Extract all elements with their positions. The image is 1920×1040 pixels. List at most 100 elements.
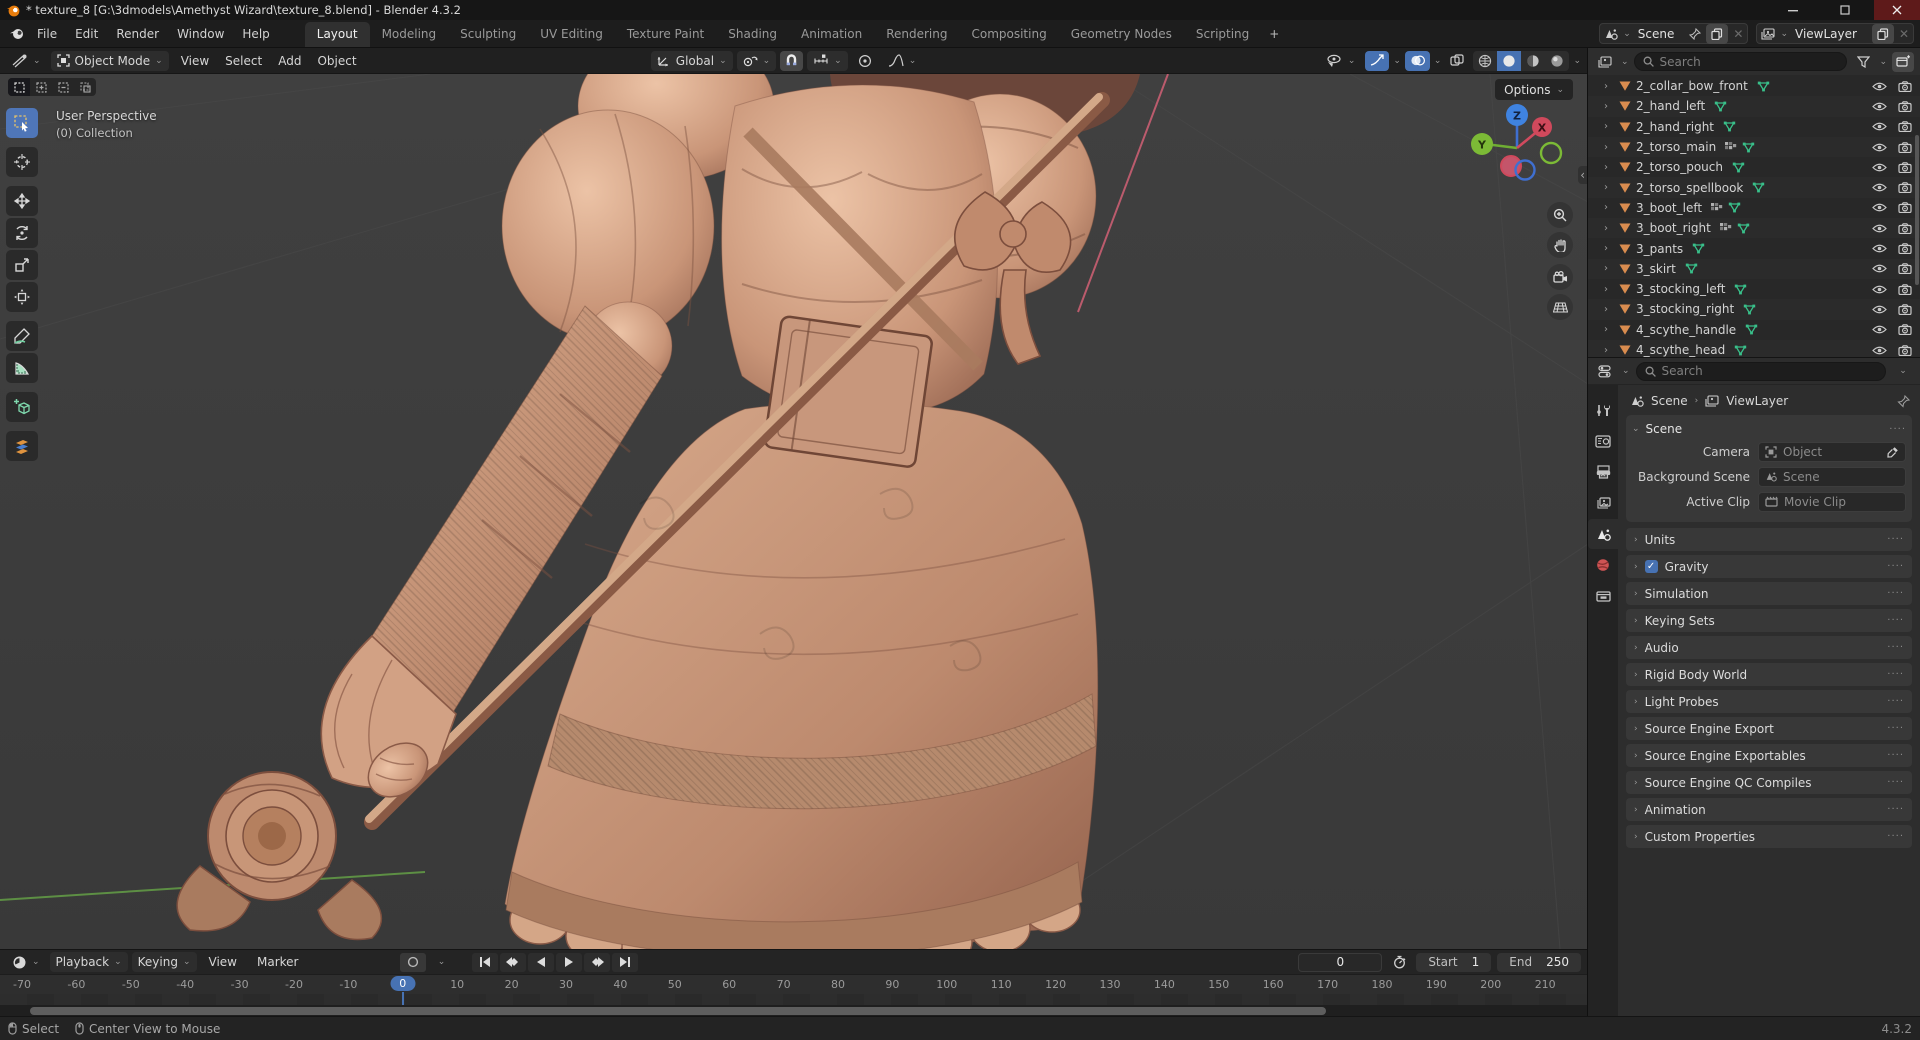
editor-type-button[interactable]: ⌄ bbox=[6, 51, 47, 71]
timeline-marker-menu[interactable]: Marker bbox=[249, 952, 306, 972]
panel-drag-handle[interactable]: ···· bbox=[1887, 804, 1904, 815]
close-button[interactable] bbox=[1874, 0, 1920, 20]
tab-render[interactable] bbox=[1588, 426, 1618, 456]
disable-in-renders-toggle[interactable] bbox=[1894, 96, 1916, 116]
disable-in-renders-toggle[interactable] bbox=[1894, 198, 1916, 218]
hide-in-viewport-toggle[interactable] bbox=[1868, 117, 1890, 137]
disable-in-renders-toggle[interactable] bbox=[1894, 279, 1916, 299]
viewlayer-selector[interactable]: ⌄ ViewLayer ✕ bbox=[1756, 23, 1914, 44]
tool-rotate-button[interactable] bbox=[6, 218, 38, 248]
tool-add-cube-button[interactable] bbox=[6, 392, 38, 422]
object-name[interactable]: 2_torso_main bbox=[1636, 140, 1716, 154]
object-name[interactable]: 4_scythe_handle bbox=[1636, 323, 1736, 337]
outliner-search[interactable] bbox=[1634, 52, 1848, 71]
workspace-tab-compositing[interactable]: Compositing bbox=[959, 22, 1058, 47]
disable-in-renders-toggle[interactable] bbox=[1894, 157, 1916, 177]
hide-in-viewport-toggle[interactable] bbox=[1868, 198, 1890, 218]
breadcrumb-viewlayer[interactable]: ViewLayer bbox=[1726, 394, 1788, 408]
filter-dropdown-icon[interactable]: ⌄ bbox=[1879, 57, 1887, 67]
disable-in-renders-toggle[interactable] bbox=[1894, 178, 1916, 198]
workspace-tab-shading[interactable]: Shading bbox=[716, 22, 789, 47]
panel-drag-handle[interactable]: ···· bbox=[1887, 615, 1904, 626]
disable-in-renders-toggle[interactable] bbox=[1894, 340, 1916, 357]
panel-drag-handle[interactable]: ···· bbox=[1889, 424, 1906, 435]
scene-name[interactable]: Scene bbox=[1636, 27, 1685, 41]
hide-in-viewport-toggle[interactable] bbox=[1868, 299, 1890, 319]
camera-view-button[interactable] bbox=[1547, 264, 1573, 290]
new-collection-button[interactable] bbox=[1892, 52, 1914, 72]
add-workspace-button[interactable]: + bbox=[1261, 23, 1287, 45]
outliner-item-4-scythe-handle[interactable]: › 4_scythe_handle bbox=[1588, 320, 1920, 340]
outliner-scrollbar[interactable] bbox=[1915, 135, 1919, 285]
workspace-tab-rendering[interactable]: Rendering bbox=[874, 22, 959, 47]
keying-dropdown[interactable]: Keying⌄ bbox=[132, 952, 197, 972]
gizmos-toggle[interactable] bbox=[1365, 51, 1389, 71]
playback-dropdown[interactable]: Playback⌄ bbox=[50, 952, 128, 972]
select-mode-new-button[interactable] bbox=[8, 78, 30, 96]
tool-scale-button[interactable] bbox=[6, 250, 38, 280]
navigation-gizmo[interactable]: Z Y X bbox=[1469, 100, 1565, 196]
workspace-tab-sculpting[interactable]: Sculpting bbox=[448, 22, 528, 47]
object-name[interactable]: 2_hand_left bbox=[1636, 99, 1705, 113]
shading-rendered-button[interactable] bbox=[1545, 51, 1569, 71]
tab-scene[interactable] bbox=[1588, 519, 1618, 549]
outliner-item-3-pants[interactable]: ›3_pants bbox=[1588, 238, 1920, 258]
outliner-item-3-stocking-left[interactable]: ›3_stocking_left bbox=[1588, 279, 1920, 299]
proportional-falloff-dropdown[interactable]: ⌄ bbox=[882, 51, 923, 71]
workspace-tab-scripting[interactable]: Scripting bbox=[1184, 22, 1261, 47]
minimize-button[interactable] bbox=[1770, 0, 1816, 20]
next-keyframe-button[interactable] bbox=[584, 953, 610, 972]
new-viewlayer-button[interactable] bbox=[1872, 24, 1894, 44]
mode-dropdown[interactable]: Object Mode ⌄ bbox=[51, 51, 169, 71]
properties-options-dropdown[interactable]: ⌄ bbox=[1892, 361, 1914, 381]
expand-chevron-icon[interactable]: › bbox=[1604, 202, 1614, 213]
expand-chevron-icon[interactable]: › bbox=[1604, 223, 1614, 234]
object-name[interactable]: 4_scythe_head bbox=[1636, 343, 1725, 357]
menu-help[interactable]: Help bbox=[233, 24, 278, 44]
object-name[interactable]: 2_torso_pouch bbox=[1636, 160, 1723, 174]
disable-in-renders-toggle[interactable] bbox=[1894, 117, 1916, 137]
select-mode-intersect-button[interactable] bbox=[74, 78, 96, 96]
proportional-editing-toggle[interactable] bbox=[852, 51, 878, 71]
object-name[interactable]: 3_boot_right bbox=[1636, 221, 1711, 235]
outliner-item-3-stocking-right[interactable]: ›3_stocking_right bbox=[1588, 299, 1920, 319]
workspace-tab-geometry-nodes[interactable]: Geometry Nodes bbox=[1059, 22, 1184, 47]
object-name[interactable]: 2_torso_spellbook bbox=[1636, 181, 1743, 195]
section-keying-sets[interactable]: ›Keying Sets···· bbox=[1626, 609, 1912, 632]
panel-drag-handle[interactable]: ···· bbox=[1887, 561, 1904, 572]
panel-drag-handle[interactable]: ···· bbox=[1887, 534, 1904, 545]
outliner-display-mode-dropdown[interactable] bbox=[1594, 52, 1616, 72]
background-scene-field[interactable]: Scene bbox=[1758, 467, 1906, 487]
gizmos-dropdown-icon[interactable]: ⌄ bbox=[1393, 56, 1401, 66]
options-dropdown[interactable]: Options ⌄ bbox=[1495, 79, 1573, 100]
expand-chevron-icon[interactable]: › bbox=[1604, 284, 1614, 295]
hide-in-viewport-toggle[interactable] bbox=[1868, 320, 1890, 340]
section-source-engine-export[interactable]: ›Source Engine Export···· bbox=[1626, 717, 1912, 740]
shading-wireframe-button[interactable] bbox=[1473, 51, 1497, 71]
viewport-canvas[interactable]: User Perspective (0) Collection Options … bbox=[0, 74, 1587, 949]
outliner-item-2-hand-right[interactable]: ›2_hand_right bbox=[1588, 117, 1920, 137]
viewport-menu-object[interactable]: Object bbox=[309, 51, 364, 71]
disable-in-renders-toggle[interactable] bbox=[1894, 218, 1916, 238]
hide-in-viewport-toggle[interactable] bbox=[1868, 76, 1890, 96]
xray-toggle[interactable] bbox=[1445, 51, 1469, 71]
expand-chevron-icon[interactable]: › bbox=[1604, 263, 1614, 274]
orthographic-grid-button[interactable] bbox=[1547, 294, 1573, 320]
timeline-track[interactable] bbox=[0, 994, 1587, 1005]
object-name[interactable]: 3_stocking_right bbox=[1636, 302, 1734, 316]
outliner-item-3-skirt[interactable]: ›3_skirt bbox=[1588, 259, 1920, 279]
viewport-menu-select[interactable]: Select bbox=[217, 51, 270, 71]
panel-drag-handle[interactable]: ···· bbox=[1887, 750, 1904, 761]
hide-in-viewport-toggle[interactable] bbox=[1868, 279, 1890, 299]
section-source-engine-qc-compiles[interactable]: ›Source Engine QC Compiles···· bbox=[1626, 771, 1912, 794]
section-simulation[interactable]: ›Simulation···· bbox=[1626, 582, 1912, 605]
hide-in-viewport-toggle[interactable] bbox=[1868, 239, 1890, 259]
panel-drag-handle[interactable]: ···· bbox=[1887, 669, 1904, 680]
disable-in-renders-toggle[interactable] bbox=[1894, 320, 1916, 340]
hide-in-viewport-toggle[interactable] bbox=[1868, 259, 1890, 279]
expand-chevron-icon[interactable]: › bbox=[1604, 324, 1614, 335]
section-animation[interactable]: ›Animation···· bbox=[1626, 798, 1912, 821]
disable-in-renders-toggle[interactable] bbox=[1894, 76, 1916, 96]
workspace-tab-uv-editing[interactable]: UV Editing bbox=[528, 22, 615, 47]
previous-keyframe-button[interactable] bbox=[500, 953, 526, 972]
